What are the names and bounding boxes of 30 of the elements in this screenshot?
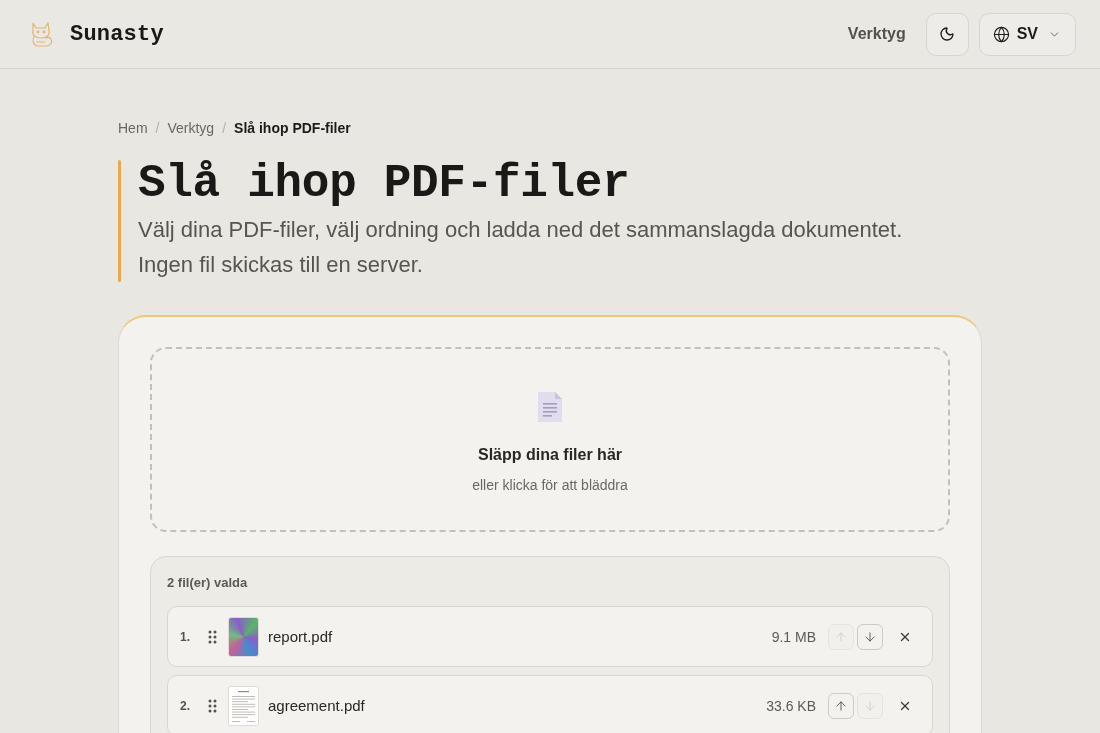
file-drop-zone[interactable]: Släpp dina filer här eller klicka för att bläddra <box>150 347 950 532</box>
breadcrumb-link[interactable]: Slå ihop PDF-filer <box>234 118 351 138</box>
theme-toggle-button[interactable] <box>925 12 969 56</box>
breadcrumb-separator: / <box>222 119 227 138</box>
document-icon <box>537 390 563 423</box>
document-thumbnail-drawing <box>228 685 259 726</box>
globe-icon <box>992 25 1010 43</box>
drop-hint: eller klicka för att bläddra <box>472 476 628 493</box>
drag-handle-icon[interactable] <box>208 629 217 644</box>
file-count: 2 fil(er) valda <box>167 574 249 592</box>
breadcrumb-link[interactable]: Hem <box>118 118 148 138</box>
file-name: report.pdf <box>268 628 334 645</box>
drag-handle-icon[interactable] <box>208 698 217 713</box>
breadcrumb-link[interactable]: Verktyg <box>167 118 215 138</box>
arrow-down-icon <box>863 698 877 713</box>
file-index: 1. <box>180 629 191 644</box>
file-size: 9.1 MB <box>771 628 816 645</box>
moon-icon <box>939 26 956 42</box>
photo-placeholder <box>228 616 259 657</box>
language-button[interactable]: SV <box>978 12 1076 56</box>
brand-name: Sunasty <box>70 21 164 47</box>
file-name: agreement.pdf <box>268 697 366 714</box>
arrow-down-icon <box>863 629 877 644</box>
page-title: Slå ihop PDF-filer <box>138 160 631 208</box>
drop-title: Släpp dina filer här <box>478 445 622 464</box>
page-description: Välj dina PDF-filer, välj ordning och ladda ned det sammanslagda dokumentet. Ingen fil skickas till en server. <box>138 216 904 279</box>
file-index: 2. <box>180 698 191 713</box>
nav-link[interactable]: Verktyg <box>847 25 906 43</box>
breadcrumb-separator: / <box>155 119 160 138</box>
file-size: 33.6 KB <box>766 697 816 714</box>
